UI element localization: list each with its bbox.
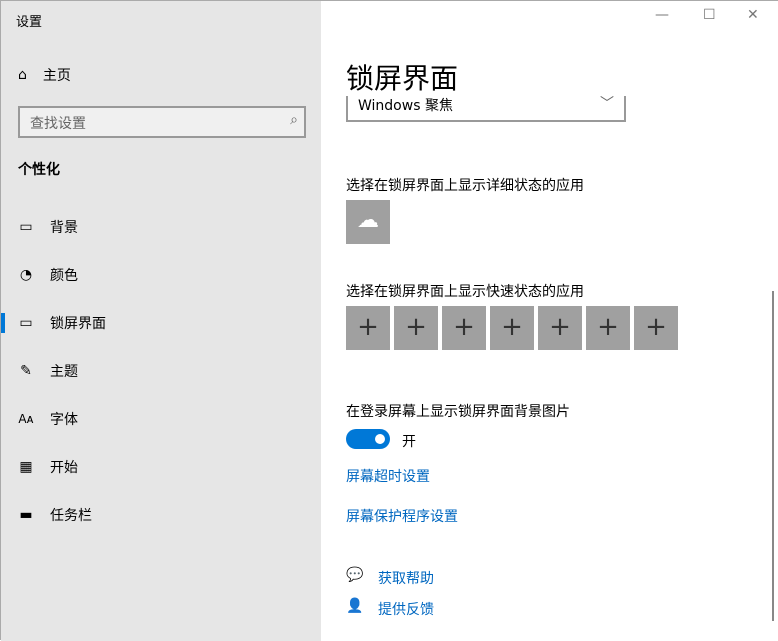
quick-slot[interactable]: + xyxy=(394,306,438,350)
sidebar: 设置 ⌂ 主页 查找设置 ⌕ 个性化 ▭ 背景 ◔ 颜色 ▭ 锁屏界面 ✎ 主题 Aᴀ 字体 … xyxy=(1,1,321,641)
lock-screen-icon: ▭ xyxy=(19,315,33,331)
quick-slot[interactable]: + xyxy=(634,306,678,350)
palette-icon: ◔ xyxy=(19,267,33,283)
chevron-down-icon: ﹀ xyxy=(600,96,614,112)
feedback-icon: 👤 xyxy=(346,598,364,614)
help-icon: 💬 xyxy=(346,567,364,583)
close-icon[interactable]: ✕ xyxy=(747,7,759,23)
signin-background-label: 在登录屏幕上显示锁屏界面背景图片 xyxy=(346,404,570,420)
app-title: 设置 xyxy=(16,15,43,30)
home-icon: ⌂ xyxy=(18,67,27,83)
quick-slot[interactable]: + xyxy=(442,306,486,350)
label: 锁屏界面 xyxy=(50,316,106,332)
page-title: 锁屏界面 xyxy=(346,62,459,95)
theme-icon: ✎ xyxy=(20,363,32,379)
feedback-link[interactable]: 提供反馈 xyxy=(378,599,434,619)
section-heading: 个性化 xyxy=(18,162,60,178)
weather-icon: ☁ xyxy=(357,208,379,233)
detailed-status-label: 选择在锁屏界面上显示详细状态的应用 xyxy=(346,178,584,194)
search-icon[interactable]: ⌕ xyxy=(290,112,298,128)
sidebar-item-fonts[interactable]: Aᴀ 字体 xyxy=(1,407,321,431)
label: 背景 xyxy=(50,220,78,236)
quick-slot[interactable]: + xyxy=(346,306,390,350)
weather-app-tile[interactable]: ☁ xyxy=(346,200,390,244)
quick-status-label: 选择在锁屏界面上显示快速状态的应用 xyxy=(346,284,584,300)
get-help-link[interactable]: 获取帮助 xyxy=(378,568,434,588)
sidebar-item-themes[interactable]: ✎ 主题 xyxy=(1,359,321,383)
toggle-state: 开 xyxy=(402,434,416,450)
label: 字体 xyxy=(50,412,78,428)
dropdown-value: Windows 聚焦 xyxy=(358,98,453,114)
sidebar-home[interactable]: ⌂ 主页 xyxy=(18,65,71,85)
scrollbar[interactable] xyxy=(772,291,774,621)
minimize-icon[interactable]: — xyxy=(655,7,669,23)
settings-window: 设置 ⌂ 主页 查找设置 ⌕ 个性化 ▭ 背景 ◔ 颜色 ▭ 锁屏界面 ✎ 主题 Aᴀ 字体 … xyxy=(0,0,778,641)
home-label: 主页 xyxy=(42,68,71,84)
sidebar-item-taskbar[interactable]: ▬ 任务栏 xyxy=(1,503,321,527)
label: 开始 xyxy=(50,460,78,476)
sidebar-item-colors[interactable]: ◔ 颜色 xyxy=(1,263,321,287)
background-dropdown[interactable]: Windows 聚焦 ﹀ xyxy=(346,96,626,122)
sidebar-item-lock-screen[interactable]: ▭ 锁屏界面 xyxy=(1,311,321,335)
taskbar-icon: ▬ xyxy=(19,507,33,523)
sidebar-item-background[interactable]: ▭ 背景 xyxy=(1,215,321,239)
quick-slot[interactable]: + xyxy=(490,306,534,350)
quick-slot[interactable]: + xyxy=(538,306,582,350)
start-icon: ▦ xyxy=(19,459,33,475)
quick-slot[interactable]: + xyxy=(586,306,630,350)
label: 颜色 xyxy=(50,268,78,284)
label: 任务栏 xyxy=(50,508,92,524)
signin-background-toggle[interactable] xyxy=(346,429,390,449)
sidebar-item-start[interactable]: ▦ 开始 xyxy=(1,455,321,479)
screensaver-link[interactable]: 屏幕保护程序设置 xyxy=(346,506,458,526)
search-input[interactable]: 查找设置 ⌕ xyxy=(18,106,306,138)
screen-timeout-link[interactable]: 屏幕超时设置 xyxy=(346,466,430,486)
maximize-icon[interactable]: ☐ xyxy=(703,7,716,23)
font-icon: Aᴀ xyxy=(18,412,34,426)
picture-icon: ▭ xyxy=(19,219,33,235)
main-content: — ☐ ✕ 锁屏界面 Windows 聚焦 ﹀ 选择在锁屏界面上显示详细状态的应用… xyxy=(321,1,778,641)
label: 主题 xyxy=(50,364,78,380)
search-placeholder: 查找设置 xyxy=(30,116,86,132)
